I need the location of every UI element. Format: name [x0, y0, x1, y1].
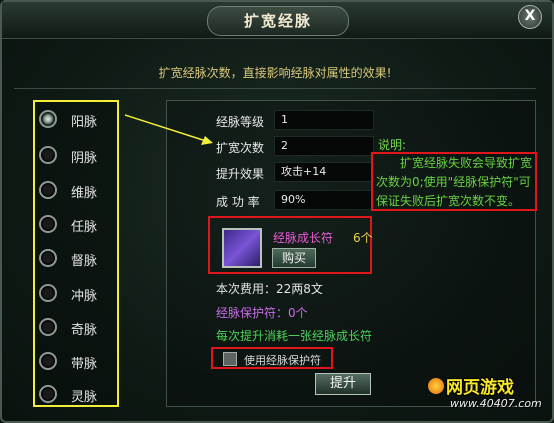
- item-name: 经脉成长符: [273, 231, 334, 245]
- level-value: 1: [274, 110, 374, 130]
- note-title: 说明:: [378, 138, 407, 152]
- effect-label: 提升效果: [216, 167, 265, 181]
- level-label: 经脉等级: [216, 115, 265, 129]
- note-text: 扩宽经脉失败会导致扩宽次数为0;使用"经脉保护符"可保证失败后扩宽次数不变。: [371, 152, 537, 211]
- effect-value: 攻击+14: [274, 162, 374, 182]
- upgrade-button[interactable]: 提升: [315, 373, 371, 395]
- watermark-badge-icon: [428, 378, 444, 394]
- consume-text: 每次提升消耗一张经脉成长符: [216, 329, 373, 343]
- cost-text: 本次费用：22两8文: [216, 282, 323, 296]
- success-rate-label: 成 功 率: [216, 195, 260, 209]
- buy-button[interactable]: 购买: [272, 248, 316, 268]
- watermark-logo: 网页游戏: [446, 378, 514, 398]
- success-rate-value: 90%: [274, 190, 374, 210]
- growth-talisman-icon[interactable]: [222, 228, 262, 268]
- item-count: 6个: [353, 231, 373, 245]
- use-protect-checkbox[interactable]: [223, 352, 237, 366]
- expand-count-value: 2: [274, 136, 374, 156]
- watermark-url: www.40407.com: [450, 397, 542, 410]
- protect-count-text: 经脉保护符：0个: [216, 306, 308, 320]
- expand-count-label: 扩宽次数: [216, 141, 265, 155]
- use-protect-label: 使用经脉保护符: [244, 354, 321, 367]
